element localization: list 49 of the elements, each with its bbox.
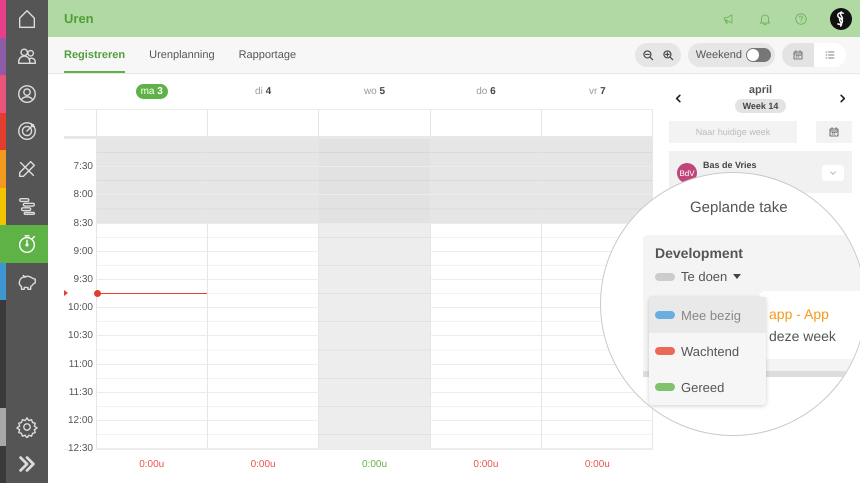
month-label: april (748, 84, 772, 96)
section-heading: Geplande take (690, 199, 789, 216)
avatar: BdV (677, 163, 697, 183)
home-icon (16, 8, 38, 30)
page-title: Uren (64, 11, 94, 26)
view-button[interactable] (782, 43, 814, 67)
week-badge: Week 14 (734, 99, 786, 113)
status-label: Wachtend (681, 344, 740, 358)
user-icon (16, 82, 38, 105)
day-total: 0:00u (139, 459, 164, 470)
time-label: 11:00 (68, 358, 96, 370)
user-name: Bas de Vries (703, 160, 758, 170)
time-slot[interactable] (96, 280, 208, 308)
menu-item[interactable]: Gereed (649, 369, 766, 405)
target-icon (16, 120, 38, 142)
help-icon[interactable] (794, 12, 808, 26)
tab[interactable]: Rapportage (238, 37, 296, 73)
calendar-icon (792, 49, 804, 61)
status-label: Mee bezig (681, 308, 741, 322)
day-total: 0:00u (250, 459, 276, 470)
logo-icon[interactable] (830, 8, 852, 30)
menu-item[interactable]: Wachtend (649, 333, 766, 369)
dropdown-button[interactable] (822, 165, 844, 181)
day-total: 0:00u (362, 459, 388, 470)
settings-icon (16, 416, 38, 438)
tab[interactable]: Urenplanning (149, 37, 215, 73)
stopwatch-icon (16, 232, 38, 255)
list-icon (824, 49, 836, 61)
day-label[interactable]: di 4 (250, 84, 276, 99)
bell-icon[interactable] (758, 12, 772, 26)
task-text: deze week (769, 328, 837, 344)
day-total: 0:00u (473, 459, 498, 470)
switch[interactable] (746, 48, 771, 62)
weekend-toggle[interactable]: Weekend (688, 43, 775, 67)
status-dropdown[interactable]: Te doen (655, 269, 745, 284)
day-label[interactable]: vr 7 (584, 84, 611, 99)
day-total: 0:00u (584, 459, 610, 470)
current-time-marker (64, 290, 68, 296)
date-picker-button[interactable] (816, 121, 852, 143)
calendar-icon (828, 126, 840, 138)
group-title: Development (655, 245, 744, 261)
zoom-out-icon[interactable] (640, 48, 655, 62)
status-label: Gereed (681, 380, 724, 394)
day-label[interactable]: wo 5 (358, 84, 390, 99)
bars-icon (16, 195, 38, 218)
toggle-label: Weekend (696, 49, 742, 61)
day-label[interactable]: do 6 (471, 84, 501, 99)
all-day-slot[interactable] (540, 110, 654, 136)
zoom-in-icon[interactable] (660, 48, 675, 62)
